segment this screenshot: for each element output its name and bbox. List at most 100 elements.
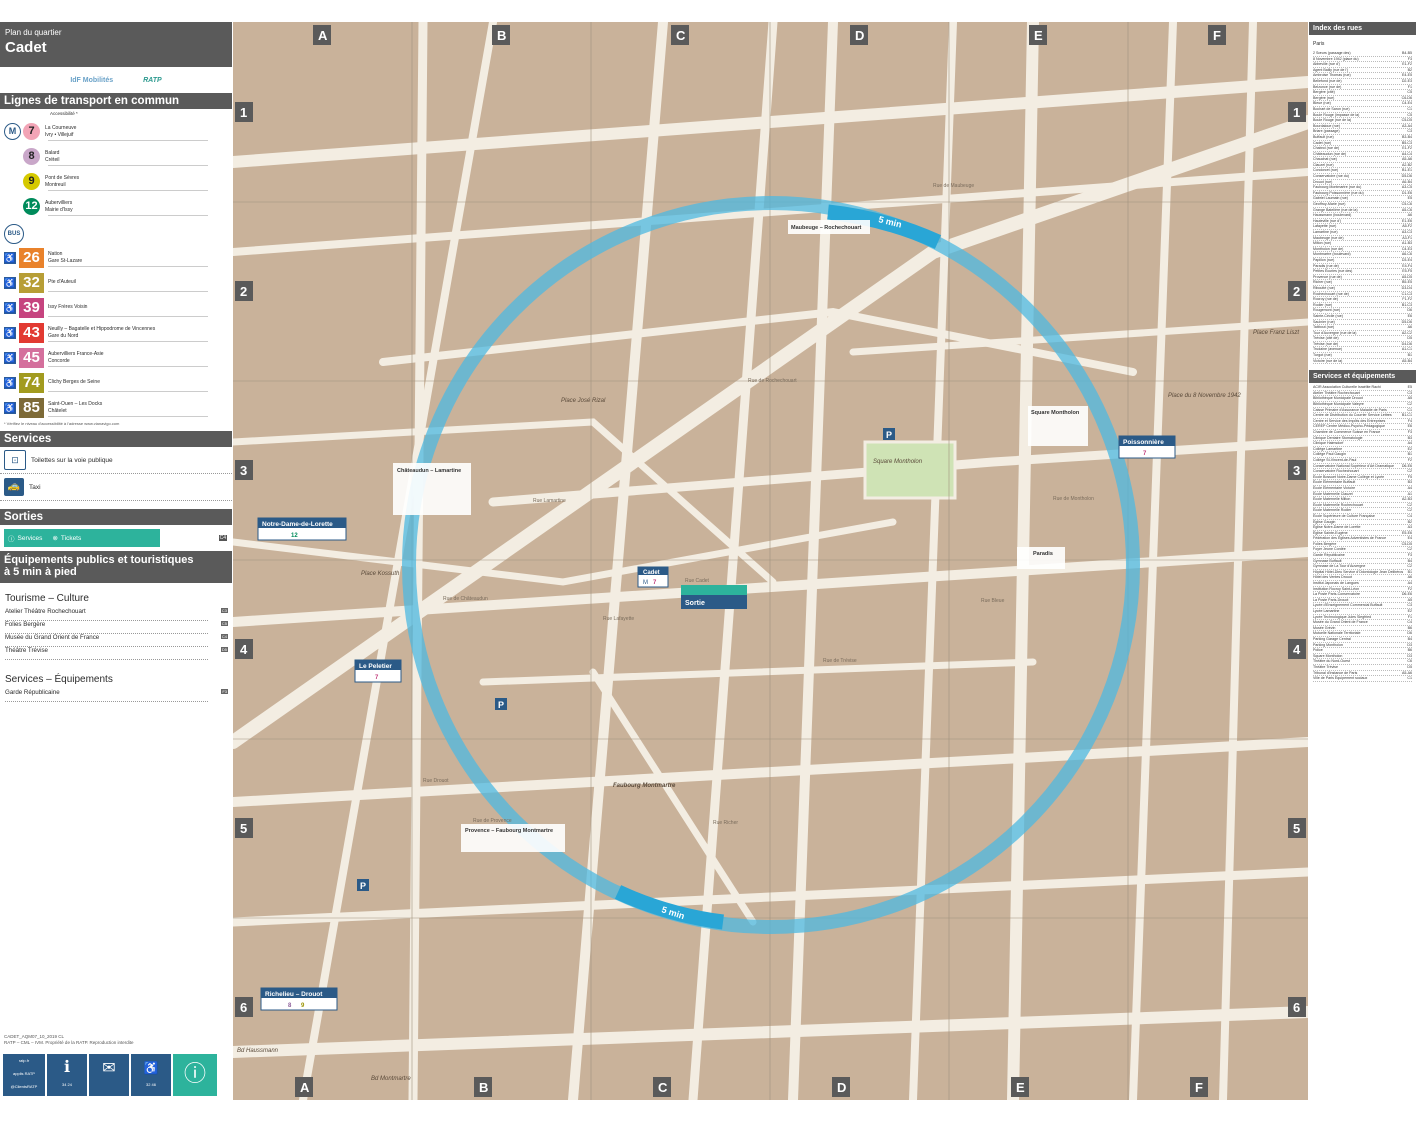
- poi-list-item[interactable]: Musée du Grand Orient de France C4: [5, 634, 228, 647]
- index-entry-name: Abbeville (rue d'): [1313, 62, 1340, 67]
- index-entry-name: Hôpital Hôtel-Dieu Service d'Odontologie…: [1313, 569, 1404, 574]
- index-entry-name: Lafayette (rue): [1313, 224, 1337, 229]
- map-canvas[interactable]: 5 min 5 min ABCDEF ABCDEF 123456 123456 …: [233, 22, 1308, 1100]
- row-divider: [48, 366, 208, 367]
- stop-paradis-name: Paradis: [1033, 551, 1053, 557]
- index-entry-ref: D5: [1407, 664, 1412, 669]
- index-entry-name: Église Notre-Dame de Lorette: [1313, 525, 1361, 530]
- index-entry-name: Tour d'Auvergne (rue de la): [1313, 330, 1357, 335]
- index-entry: Ville de Paris Équipement sociaux C1: [1313, 676, 1412, 682]
- index-entry-ref: C3: [1407, 390, 1412, 395]
- index-entry-ref: B4: [1407, 636, 1412, 641]
- station-richelieu-drouot[interactable]: Richelieu – Drouot 8 9: [260, 987, 338, 1011]
- link-applis[interactable]: applis RATP: [3, 1067, 45, 1080]
- index-entry-name: CEREP Centre Médico-Psycho-Pédagogique: [1313, 424, 1386, 429]
- index-entry-ref: F4: [1407, 418, 1412, 423]
- stop-chateaudun-lamartine[interactable]: Châteaudun – Lamartine: [393, 463, 471, 515]
- index-entry-name: Bleue (rue): [1313, 101, 1331, 106]
- index-entry-name: Centre de Distribution du Courrier Servi…: [1313, 413, 1392, 418]
- tourisme-list: Atelier Théâtre Rochechouart C3 Folies Ber…: [0, 608, 232, 660]
- index-entry-ref: B3: [1407, 480, 1412, 485]
- bus-line-badge: 26: [19, 247, 44, 268]
- poi-list-item[interactable]: Garde Républicaine F3: [5, 689, 228, 702]
- services-equip-title: Services – Équipements: [5, 674, 113, 685]
- index-entry-ref: C2: [1407, 402, 1412, 407]
- index-entry-name: Saulnier (rue): [1313, 319, 1335, 324]
- stop-paradis[interactable]: Paradis: [1017, 547, 1065, 569]
- row-divider: [48, 316, 208, 317]
- sorties-section-title: Sorties: [0, 509, 232, 525]
- footer-copyright: RATP – CML – IVM. Propriété de la RATP. …: [4, 1040, 134, 1045]
- index-entry-ref: E5: [1407, 385, 1412, 390]
- phone-2: 32 46: [145, 1082, 156, 1087]
- link-twitter[interactable]: @ClientsRATP: [3, 1080, 45, 1093]
- index-entry-name: Parking Montholon: [1313, 642, 1343, 647]
- bus-line-badge: 43: [19, 322, 44, 343]
- index-entry-ref: A6-B4: [1402, 179, 1412, 184]
- exit-marker[interactable]: Sortie: [681, 585, 747, 609]
- index-entry-ref: B3-B4: [1402, 134, 1412, 139]
- metro-line-destination: La Courneuve Ivry • Villejuif: [45, 124, 77, 138]
- index-entry-ref: D3-E4: [1401, 257, 1412, 262]
- place-8-novembre-label: Place du 8 Novembre 1942: [1168, 393, 1241, 399]
- square-montholon-label: Square Montholon: [873, 459, 923, 465]
- grid-column-label: B: [479, 1080, 488, 1095]
- parking-montholon-marker[interactable]: P: [883, 428, 895, 440]
- index-entry-ref: E1-F2: [1402, 62, 1412, 67]
- index-entry-ref: A3-F1: [1402, 235, 1412, 240]
- stop-provence-faubourg[interactable]: Provence – Faubourg Montmartre: [461, 824, 565, 852]
- metro-line-destination: Pont de Sèvres Montreuil: [45, 174, 80, 188]
- index-entry-ref: B1-E1: [1402, 168, 1412, 173]
- station-poissonniere-name: Poissonnière: [1123, 439, 1164, 446]
- row-divider: [48, 190, 208, 191]
- index-entry-ref: A5-C6: [1401, 207, 1412, 212]
- grid-row-label: 1: [240, 105, 247, 120]
- index-entry-name: Cadet (rue): [1313, 140, 1332, 145]
- index-entry-name: Mutuelle Nationale Territoriale: [1313, 631, 1361, 636]
- index-entry-name: Conservatoire National Supérieur d'Art D…: [1313, 463, 1394, 468]
- station-notre-dame-de-lorette[interactable]: Notre-Dame-de-Lorette 12: [257, 517, 347, 541]
- grid-row-label: 5: [1293, 821, 1300, 836]
- info-icon: ℹ: [63, 1059, 71, 1076]
- index-entry-ref: B2: [1407, 67, 1412, 72]
- metro-line-row: M 7 La Courneuve Ivry • Villejuif: [0, 119, 232, 144]
- parking-drouot-marker[interactable]: P: [357, 879, 369, 891]
- station-le-peletier[interactable]: Le Peletier 7: [354, 659, 402, 683]
- mail-icon: ✉: [102, 1060, 116, 1077]
- street-chateaudun: Rue de Châteaudun: [443, 596, 488, 602]
- station-cadet[interactable]: Cadet M 7: [637, 566, 669, 588]
- tourisme-title: Tourisme – Culture: [5, 593, 89, 604]
- exit-services-tickets-bar: ⓘ Services ⊗ Tickets: [4, 529, 160, 547]
- neighborhood-map[interactable]: 5 min 5 min ABCDEF ABCDEF 123456 123456 …: [233, 22, 1308, 1100]
- link-ratp[interactable]: ratp.fr: [3, 1054, 45, 1067]
- index-entry-name: Lycée d'Enseignement Commercial Buffault: [1313, 603, 1383, 608]
- street-lafayette: Rue Lafayette: [603, 616, 634, 622]
- poi-list-item[interactable]: Théâtre Trévise D5: [5, 647, 228, 660]
- parking-garage-central-marker[interactable]: P: [495, 698, 507, 710]
- taxi-label: Taxi: [29, 483, 41, 491]
- stop-maubeuge-rochechouart[interactable]: Maubeuge – Rochechouart: [788, 220, 870, 234]
- footer-note: CADET_AQM07_10_2019 CL RATP – CML – IVM.…: [4, 1034, 134, 1046]
- poi-list-item[interactable]: Folies Bergère C5: [5, 621, 228, 634]
- index-entry-name: Fédération des Églises Adventistes de Fr…: [1313, 536, 1387, 541]
- index-entry-name: Théâtre du Nord-Ouest: [1313, 659, 1350, 664]
- station-poissonniere[interactable]: Poissonnière 7: [1118, 435, 1176, 459]
- index-entry-name: Haussmann (boulevard): [1313, 213, 1352, 218]
- index-entry-ref: B6: [1407, 648, 1412, 653]
- index-entry-ref: A1-B3: [1402, 241, 1412, 246]
- index-entry-name: Église Gaugin: [1313, 519, 1336, 524]
- index-entry-name: Chauchat (rue): [1313, 157, 1337, 162]
- poi-list-item[interactable]: Atelier Théâtre Rochechouart C3: [5, 608, 228, 621]
- index-entry-ref: A5-A6: [1402, 157, 1412, 162]
- stop-square-montholon[interactable]: Square Montholon: [1028, 406, 1088, 446]
- index-entry-name: 8 Novembre 1942 (place du): [1313, 56, 1359, 61]
- index-entry-ref: C4-E4: [1401, 101, 1412, 106]
- index-entry-name: Taitbout (rue): [1313, 325, 1335, 330]
- index-entry-name: Atelier Théâtre Rochechouart: [1313, 390, 1360, 395]
- index-entry-ref: C6-D6: [1401, 95, 1412, 100]
- index-entry-name: Gabriel Laumain (rue): [1313, 196, 1348, 201]
- place-jose-rizal-label: Place José Rizal: [561, 398, 606, 404]
- index-entry-ref: C5: [1407, 90, 1412, 95]
- index-entry-ref: C1: [1407, 676, 1412, 681]
- index-entry-name: Sainte-Cécile (rue): [1313, 313, 1343, 318]
